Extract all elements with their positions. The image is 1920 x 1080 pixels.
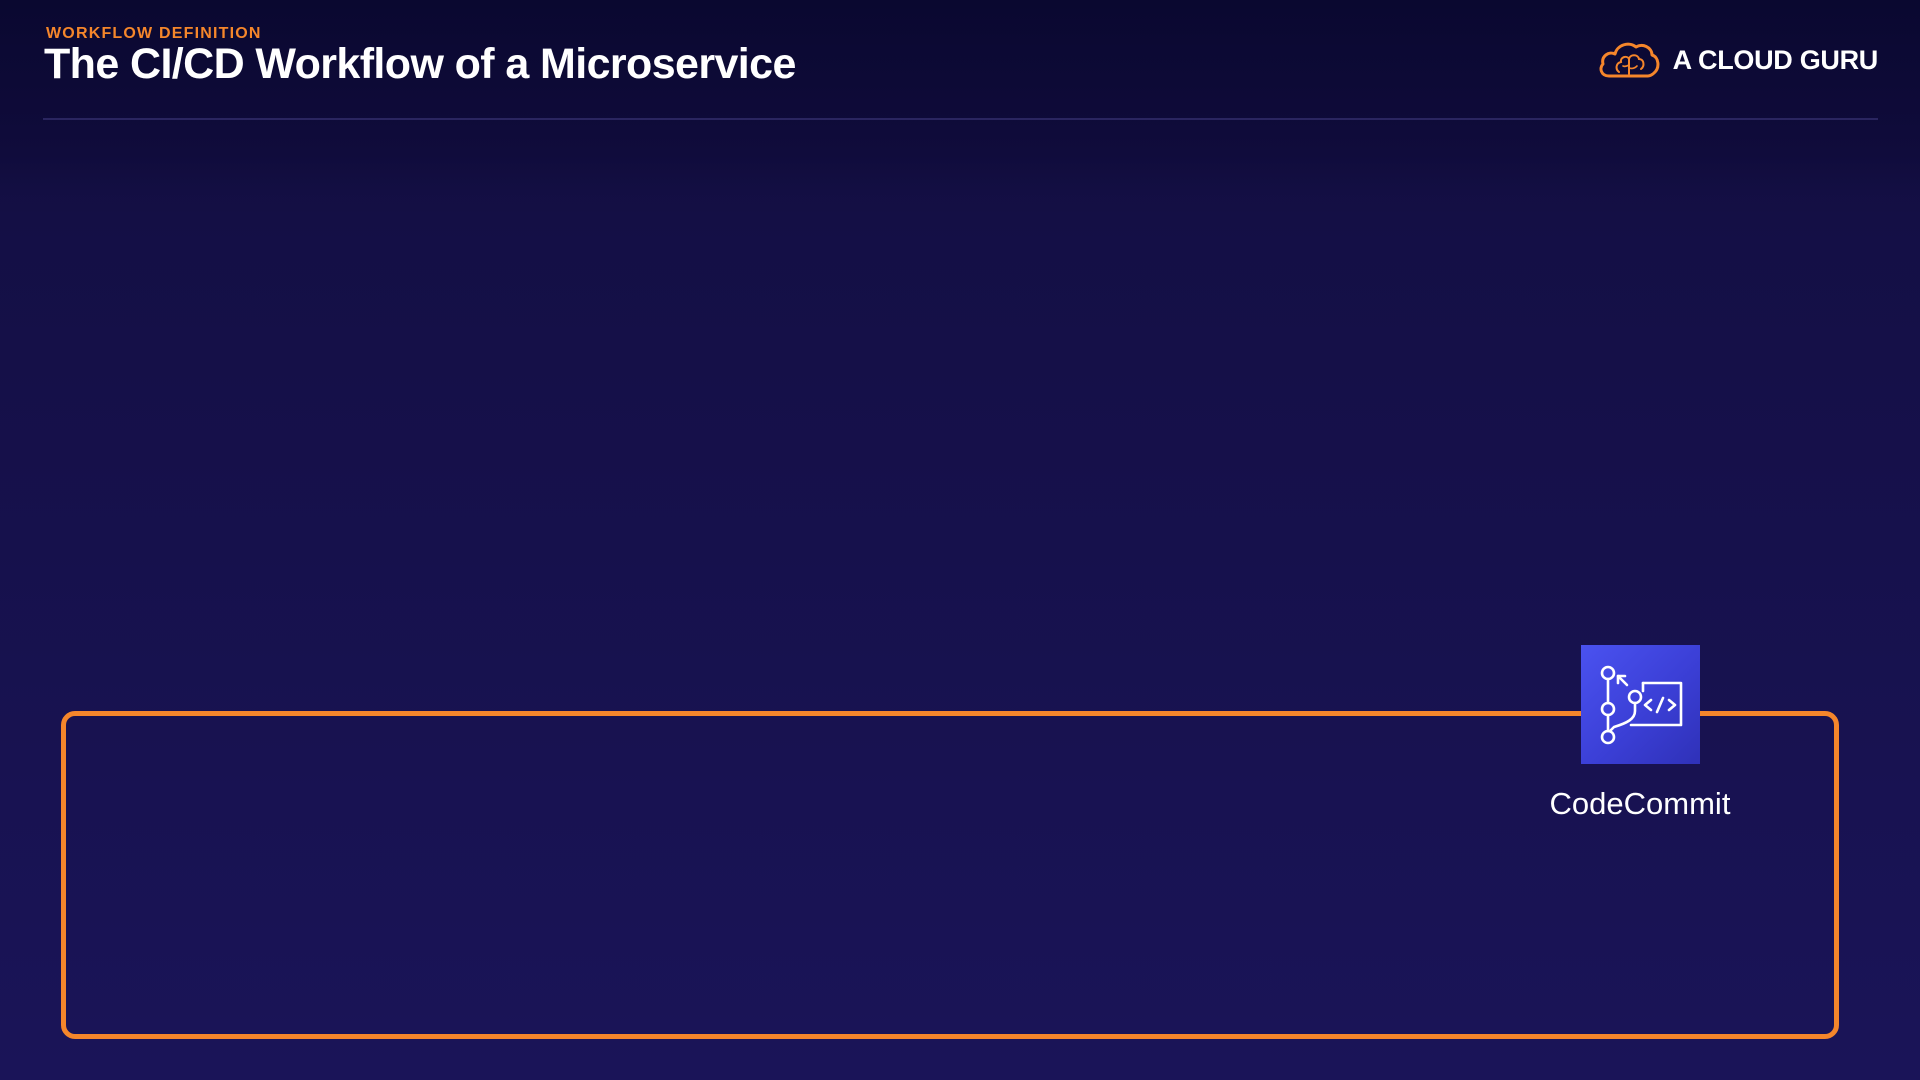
slide-header: WORKFLOW DEFINITION The CI/CD Workflow o…	[0, 0, 1920, 190]
brand-logo: A CLOUD GURU	[1597, 38, 1878, 82]
header-divider	[43, 118, 1878, 120]
brand-name: A CLOUD GURU	[1672, 44, 1879, 75]
cloud-brain-icon	[1599, 42, 1659, 78]
slide-title: The CI/CD Workflow of a Microservice	[44, 40, 796, 88]
workflow-container	[61, 711, 1839, 1039]
codecommit-label: CodeCommit	[1549, 786, 1731, 821]
codecommit-icon	[1581, 645, 1700, 764]
